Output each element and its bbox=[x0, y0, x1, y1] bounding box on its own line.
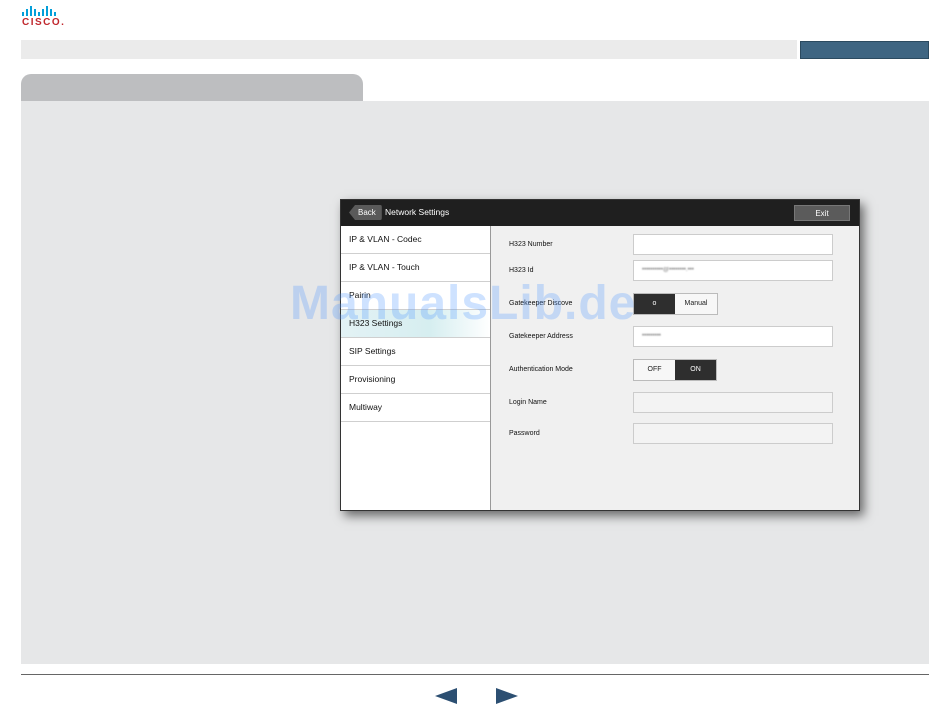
gatekeeper-address-field[interactable]: ••••••••• bbox=[633, 326, 833, 347]
next-page-icon[interactable] bbox=[496, 688, 518, 704]
device-screen: Back Network Settings Exit IP & VLAN - C… bbox=[340, 199, 860, 511]
gatekeeper-address-label: Gatekeeper Address bbox=[509, 333, 573, 340]
h323-number-row: H323 Number bbox=[509, 234, 849, 256]
gatekeeper-auto-option[interactable]: o bbox=[634, 294, 675, 314]
h323-number-label: H323 Number bbox=[509, 241, 553, 248]
screen-title: Network Settings bbox=[385, 207, 450, 217]
watermark: ManualsLib.de bbox=[290, 277, 637, 330]
cisco-logo-bars bbox=[22, 6, 70, 16]
sidebar-item-provisioning[interactable]: Provisioning bbox=[341, 366, 490, 394]
h323-id-value: ••••••••••@••••••••.••• bbox=[642, 267, 694, 273]
h323-id-label: H323 Id bbox=[509, 267, 534, 274]
login-name-field[interactable] bbox=[633, 392, 833, 413]
password-field[interactable] bbox=[633, 423, 833, 444]
authentication-mode-toggle[interactable]: OFF ON bbox=[633, 359, 717, 381]
login-name-label: Login Name bbox=[509, 399, 547, 406]
exit-button[interactable]: Exit bbox=[794, 205, 850, 221]
gatekeeper-discovery-toggle[interactable]: o Manual bbox=[633, 293, 718, 315]
authentication-mode-row: Authentication Mode OFF ON bbox=[509, 359, 849, 381]
section-tab bbox=[21, 74, 363, 102]
settings-content: H323 Number H323 Id ••••••••••@••••••••.… bbox=[491, 226, 859, 510]
h323-number-field[interactable] bbox=[633, 234, 833, 255]
password-label: Password bbox=[509, 430, 540, 437]
sidebar-item-ip-vlan-codec[interactable]: IP & VLAN - Codec bbox=[341, 226, 490, 254]
h323-id-field[interactable]: ••••••••••@••••••••.••• bbox=[633, 260, 833, 281]
cisco-logo: CISCO. bbox=[22, 6, 70, 28]
login-name-row: Login Name bbox=[509, 392, 849, 414]
authentication-on-option[interactable]: ON bbox=[675, 360, 716, 380]
authentication-mode-label: Authentication Mode bbox=[509, 366, 573, 373]
gatekeeper-manual-option[interactable]: Manual bbox=[675, 294, 717, 314]
sidebar-item-sip-settings[interactable]: SIP Settings bbox=[341, 338, 490, 366]
gatekeeper-address-value: ••••••••• bbox=[642, 333, 661, 339]
header-button[interactable] bbox=[800, 41, 929, 59]
password-row: Password bbox=[509, 423, 849, 445]
cisco-logo-text: CISCO. bbox=[22, 17, 66, 28]
footer-divider bbox=[21, 674, 929, 675]
sidebar-item-multiway[interactable]: Multiway bbox=[341, 394, 490, 422]
authentication-off-option[interactable]: OFF bbox=[634, 360, 675, 380]
header-strip bbox=[21, 40, 797, 59]
settings-sidebar: IP & VLAN - Codec IP & VLAN - Touch Pair… bbox=[341, 226, 491, 510]
title-bar: Back Network Settings Exit bbox=[341, 200, 859, 226]
previous-page-icon[interactable] bbox=[435, 688, 457, 704]
back-button[interactable]: Back bbox=[349, 205, 382, 220]
